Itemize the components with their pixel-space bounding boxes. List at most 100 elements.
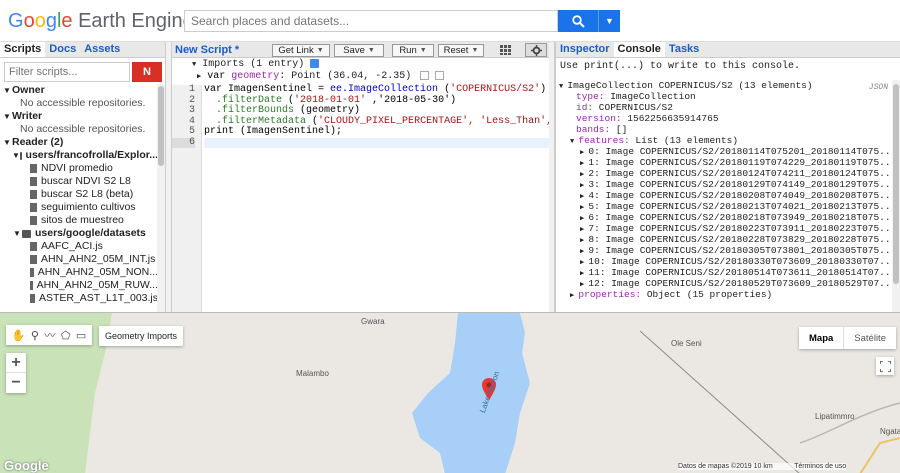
console-feature-item[interactable]: ▶ 6: Image COPERNICUS/S2/20180218T073949… xyxy=(556,212,891,223)
console-key: properties: xyxy=(578,289,642,300)
tree-file[interactable]: AAFC_ACI.js xyxy=(0,240,158,253)
console-properties-row[interactable]: ▶ properties: Object (15 properties) xyxy=(556,289,891,300)
fullscreen-button[interactable] xyxy=(876,357,894,375)
hand-pan-icon[interactable]: ✋ xyxy=(12,329,26,342)
reset-button[interactable]: Reset ▼ xyxy=(438,44,484,57)
tree-file[interactable]: NDVI promedio xyxy=(0,162,158,175)
save-button[interactable]: Save ▼ xyxy=(334,44,384,57)
caret-right-icon: ▶ xyxy=(197,73,202,82)
line-draw-icon[interactable]: 〰 xyxy=(44,327,55,343)
get-link-button[interactable]: Get Link ▼ xyxy=(272,44,330,57)
import-settings-icon[interactable] xyxy=(435,71,445,80)
map-type-satellite[interactable]: Satélite xyxy=(843,327,896,349)
search-button[interactable] xyxy=(558,10,598,32)
import-geometry-row[interactable]: ▶ var geometry: Point (36.04, -2.35) xyxy=(172,71,549,83)
console-features-row[interactable]: ▼ features: List (13 elements) xyxy=(556,135,891,146)
code-token: var ImagenSentinel = xyxy=(204,84,331,95)
tree-file[interactable]: buscar S2 L8 (beta) xyxy=(0,188,158,201)
console-feature-item[interactable]: ▶ 4: Image COPERNICUS/S2/20180208T074049… xyxy=(556,190,891,201)
console-feature-item[interactable]: ▶ 1: Image COPERNICUS/S2/20180119T074229… xyxy=(556,157,891,168)
caret-down-icon: ▼ xyxy=(192,61,197,70)
zoom-out-button[interactable]: − xyxy=(6,373,26,393)
apps-grid-icon[interactable] xyxy=(499,44,512,56)
code-line[interactable] xyxy=(204,137,549,148)
run-button[interactable]: Run ▼ xyxy=(392,44,434,57)
tree-section-0[interactable]: ▼ Owner xyxy=(0,84,158,97)
console-value: 6: Image COPERNICUS/S2/20180218T073949_2… xyxy=(588,212,891,223)
console-feature-item[interactable]: ▶ 3: Image COPERNICUS/S2/20180129T074149… xyxy=(556,179,891,190)
polygon-draw-icon[interactable]: ⬠ xyxy=(61,329,71,342)
new-script-button[interactable]: N xyxy=(132,62,162,82)
caret-down-icon[interactable]: ▼ xyxy=(2,110,12,123)
logo-letter: o xyxy=(23,10,35,32)
tree-file[interactable]: seguimiento cultivos xyxy=(0,201,158,214)
console-feature-item[interactable]: ▶ 11: Image COPERNICUS/S2/20180514T07361… xyxy=(556,267,891,278)
imports-header-label: Imports (1 entry) xyxy=(202,59,305,71)
script-title[interactable]: New Script * xyxy=(175,44,239,56)
file-icon xyxy=(30,203,37,212)
console-feature-item[interactable]: ▶ 7: Image COPERNICUS/S2/20180223T073911… xyxy=(556,223,891,234)
tab-scripts[interactable]: Scripts xyxy=(0,42,46,57)
scripts-scrollbar[interactable] xyxy=(157,84,165,312)
place-label: Malambo xyxy=(296,369,329,378)
map-attribution: Datos de mapas ©2019 10 km Términos de u… xyxy=(678,463,847,470)
console-feature-item[interactable]: ▶ 2: Image COPERNICUS/S2/20180124T074211… xyxy=(556,168,891,179)
tree-file[interactable]: AHN_AHN2_05M_INT.js xyxy=(0,253,158,266)
tree-file[interactable]: AHN_AHN2_05M_NON... xyxy=(0,266,158,279)
file-icon xyxy=(30,164,37,173)
tab-docs[interactable]: Docs xyxy=(45,42,80,57)
console-feature-item[interactable]: ▶ 12: Image COPERNICUS/S2/20180529T07360… xyxy=(556,278,891,289)
tree-file[interactable]: AHN_AHN2_05M_RUW... xyxy=(0,279,158,292)
tab-assets[interactable]: Assets xyxy=(80,42,124,57)
tab-console[interactable]: Console xyxy=(613,42,665,57)
tree-folder[interactable]: ▼ users/francofrolla/Explor... xyxy=(0,149,158,162)
console-collection-row[interactable]: ▼ ImageCollection COPERNICUS/S2 (13 elem… xyxy=(556,80,891,91)
console-feature-item[interactable]: ▶ 8: Image COPERNICUS/S2/20180228T073829… xyxy=(556,234,891,245)
imports-info-icon[interactable] xyxy=(310,59,320,68)
zoom-in-button[interactable]: + xyxy=(6,353,26,373)
rectangle-draw-icon[interactable]: ▭ xyxy=(76,329,86,342)
earth-engine-logo[interactable]: Google Earth Engine xyxy=(8,10,194,33)
filter-row: N xyxy=(0,62,165,84)
code-area[interactable]: 123456 var ImagenSentinel = ee.ImageColl… xyxy=(172,84,576,312)
tree-section-2[interactable]: ▼ Writer xyxy=(0,110,158,123)
tree-label: Writer xyxy=(12,110,43,122)
point-marker-icon[interactable]: ⚲ xyxy=(31,329,39,342)
caret-down-icon[interactable]: ▼ xyxy=(2,84,12,97)
search-icon xyxy=(571,14,585,28)
caret-down-icon[interactable]: ▼ xyxy=(12,227,22,240)
imports-header[interactable]: ▼ Imports (1 entry) xyxy=(172,59,549,71)
map-type-map[interactable]: Mapa xyxy=(799,327,843,349)
console-value: [] xyxy=(610,124,628,135)
settings-button[interactable] xyxy=(525,43,547,57)
map-view[interactable]: Gwara Malambo Ole Seni Lake Natron Lipat… xyxy=(0,312,900,473)
tree-file[interactable]: sitos de muestreo xyxy=(0,214,158,227)
code-text[interactable]: var ImagenSentinel = ee.ImageCollection … xyxy=(204,84,576,148)
console-feature-item[interactable]: ▶ 5: Image COPERNICUS/S2/20180213T074021… xyxy=(556,201,891,212)
left-tabbar: Scripts Docs Assets xyxy=(0,42,165,58)
tree-file[interactable]: buscar NDVI S2 L8 xyxy=(0,175,158,188)
console-value: 11: Image COPERNICUS/S2/20180514T073611_… xyxy=(588,267,891,278)
console-scrollbar[interactable] xyxy=(892,80,900,312)
tab-tasks[interactable]: Tasks xyxy=(665,42,703,57)
console-feature-item[interactable]: ▶ 10: Image COPERNICUS/S2/20180330T07360… xyxy=(556,256,891,267)
code-token: ( xyxy=(438,84,451,95)
logo-letter: G xyxy=(8,10,24,32)
geometry-imports-button[interactable]: Geometry Imports xyxy=(99,326,184,346)
terms-link[interactable]: Términos de uso xyxy=(794,463,846,470)
caret-down-icon[interactable]: ▼ xyxy=(12,149,20,162)
place-label: Ole Seni xyxy=(671,339,702,348)
tree-file[interactable]: ASTER_AST_L1T_003.js xyxy=(0,292,158,305)
import-delete-icon[interactable] xyxy=(420,71,430,80)
filter-scripts-input[interactable] xyxy=(4,62,130,82)
tab-inspector[interactable]: Inspector xyxy=(556,42,614,57)
console-feature-item[interactable]: ▶ 0: Image COPERNICUS/S2/20180114T075201… xyxy=(556,146,891,157)
tree-folder[interactable]: ▼ users/google/datasets xyxy=(0,227,158,240)
console-feature-item[interactable]: ▶ 9: Image COPERNICUS/S2/20180305T073801… xyxy=(556,245,891,256)
search-dropdown-button[interactable]: ▼ xyxy=(598,10,620,32)
search-input[interactable] xyxy=(184,10,558,32)
code-line[interactable]: print (ImagenSentinel); xyxy=(204,126,549,138)
console-field-row: bands: [] xyxy=(556,124,891,135)
tree-section-4[interactable]: ▼ Reader (2) xyxy=(0,136,158,149)
caret-down-icon[interactable]: ▼ xyxy=(2,136,12,149)
